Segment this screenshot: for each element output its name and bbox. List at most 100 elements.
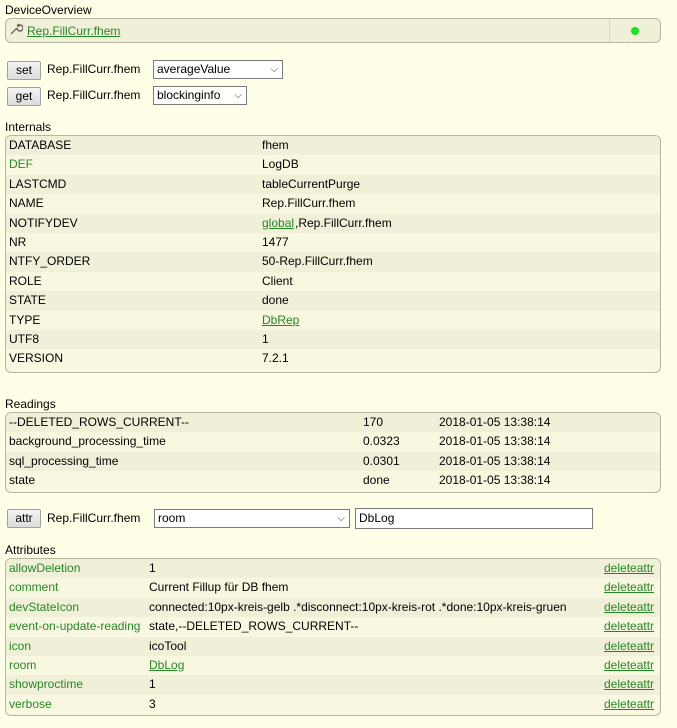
table-row: state done 2018-01-05 13:38:14 xyxy=(6,471,660,490)
reading-name: state xyxy=(9,473,36,488)
table-row: LASTCMD tableCurrentPurge xyxy=(6,174,660,195)
attribute-value: 1 xyxy=(149,677,156,692)
attribute-name: verbose xyxy=(9,696,52,711)
internal-name: STATE xyxy=(9,293,46,308)
chevron-down-icon: ⌵ xyxy=(234,90,242,101)
reading-value: done xyxy=(363,473,390,488)
attribute-name: allowDeletion xyxy=(9,561,81,575)
attribute-value: state,--DELETED_ROWS_CURRENT-- xyxy=(149,619,359,634)
delete-attr-link[interactable]: deleteattr xyxy=(604,580,654,594)
table-row: room DbLog deleteattr xyxy=(6,656,660,675)
attribute-value: connected:10px-kreis-gelb .*disconnect:1… xyxy=(149,599,567,614)
internal-name: NR xyxy=(9,234,27,249)
delete-attr-link[interactable]: deleteattr xyxy=(604,639,654,653)
attribute-value: Current Fillup für DB fhem xyxy=(149,580,289,595)
attribute-name: devStateIcon xyxy=(9,599,80,614)
table-row: NR 1477 xyxy=(6,233,660,252)
attr-device-label: Rep.FillCurr.fhem xyxy=(47,511,141,525)
device-overview-title: DeviceOverview xyxy=(5,3,92,17)
table-row: background_processing_time 0.0323 2018-01-… xyxy=(6,432,660,451)
delete-attr-link[interactable]: deleteattr xyxy=(604,619,654,633)
internals-title: Internals xyxy=(5,120,52,134)
attr-button[interactable]: attr xyxy=(7,509,41,528)
table-row: showproctime 1 deleteattr xyxy=(6,675,660,695)
internal-name: NOTIFYDEV xyxy=(9,215,78,230)
reading-time: 2018-01-05 13:38:14 xyxy=(439,434,551,449)
table-row: allowDeletion 1 deleteattr xyxy=(6,559,660,579)
table-row: event-on-update-reading state,--DELETED_R… xyxy=(6,617,660,636)
device-overview-panel: Rep.FillCurr.fhem xyxy=(5,18,661,43)
chevron-down-icon: ⌵ xyxy=(337,513,345,524)
table-row: comment Current Fillup für DB fhem deletea… xyxy=(6,578,660,597)
internal-name: NTFY_ORDER xyxy=(9,254,91,269)
get-device-label: Rep.FillCurr.fhem xyxy=(47,88,141,102)
table-row: verbose 3 deleteattr xyxy=(6,695,660,714)
delete-attr-link[interactable]: deleteattr xyxy=(604,658,654,672)
attr-select[interactable]: room ⌵ xyxy=(154,509,350,528)
readings-table: --DELETED_ROWS_CURRENT-- 170 2018-01-05 13… xyxy=(5,412,661,493)
internal-value-extra: ,Rep.FillCurr.fhem xyxy=(295,215,392,230)
internal-value: done xyxy=(262,293,289,308)
delete-attr-link[interactable]: deleteattr xyxy=(604,561,654,575)
internal-name: UTF8 xyxy=(9,331,39,346)
internals-table: DATABASE fhem DEF LogDB LASTCMD tableCurrentP… xyxy=(5,135,661,373)
internal-value[interactable]: DbRep xyxy=(262,313,299,327)
reading-value: 0.0301 xyxy=(363,453,400,468)
attributes-table: allowDeletion 1 deleteattr comment Current F… xyxy=(5,558,661,716)
attribute-name: event-on-update-reading xyxy=(9,619,141,634)
table-row: devStateIcon connected:10px-kreis-gelb .*… xyxy=(6,597,660,618)
attribute-value: 3 xyxy=(149,696,156,711)
status-dot-icon xyxy=(631,27,639,35)
attribute-name: showproctime xyxy=(9,677,84,692)
reading-name: sql_processing_time xyxy=(9,453,119,468)
reading-name: background_processing_time xyxy=(9,434,166,449)
get-button[interactable]: get xyxy=(7,87,41,106)
table-row: VERSION 7.2.1 xyxy=(6,349,660,368)
attribute-value[interactable]: DbLog xyxy=(149,658,184,672)
internal-value: 50-Rep.FillCurr.fhem xyxy=(262,254,373,269)
internal-value[interactable]: global xyxy=(262,216,294,230)
internal-value: Client xyxy=(262,273,293,288)
internal-value: Rep.FillCurr.fhem xyxy=(262,196,356,211)
attribute-value: icoTool xyxy=(149,638,187,653)
table-row: DATABASE fhem xyxy=(6,136,660,156)
internal-value: fhem xyxy=(262,138,289,152)
set-select[interactable]: averageValue ⌵ xyxy=(153,60,283,79)
table-row: NAME Rep.FillCurr.fhem xyxy=(6,194,660,213)
set-device-label: Rep.FillCurr.fhem xyxy=(47,62,141,76)
internal-name: VERSION xyxy=(9,351,64,366)
reading-value: 0.0323 xyxy=(363,434,400,449)
table-row: NTFY_ORDER 50-Rep.FillCurr.fhem xyxy=(6,252,660,272)
attribute-name: comment xyxy=(9,580,59,595)
internal-name: DATABASE xyxy=(9,138,72,152)
table-row: --DELETED_ROWS_CURRENT-- 170 2018-01-05 13… xyxy=(6,413,660,433)
reading-time: 2018-01-05 13:38:14 xyxy=(439,415,551,429)
delete-attr-link[interactable]: deleteattr xyxy=(604,600,654,614)
divider xyxy=(609,19,610,42)
table-row: TYPE DbRep xyxy=(6,311,660,330)
table-row: DEF LogDB xyxy=(6,155,660,174)
set-button[interactable]: set xyxy=(7,61,41,80)
chevron-down-icon: ⌵ xyxy=(270,64,278,75)
attributes-title: Attributes xyxy=(5,543,56,557)
table-row: STATE done xyxy=(6,291,660,311)
table-row: NOTIFYDEV global ,Rep.FillCurr.fhem xyxy=(6,213,660,233)
delete-attr-link[interactable]: deleteattr xyxy=(604,677,654,691)
attr-value-input[interactable]: DbLog xyxy=(355,508,593,529)
get-select[interactable]: blockinginfo ⌵ xyxy=(153,86,247,105)
internal-value: tableCurrentPurge xyxy=(262,176,361,191)
internal-name: TYPE xyxy=(9,312,41,327)
internal-name: ROLE xyxy=(9,273,42,288)
table-row: UTF8 1 xyxy=(6,329,660,350)
reading-time: 2018-01-05 13:38:14 xyxy=(439,473,551,488)
wrench-icon[interactable] xyxy=(9,22,24,39)
internal-value: 7.2.1 xyxy=(262,351,289,366)
internal-value: 1 xyxy=(262,331,269,346)
device-name-link[interactable]: Rep.FillCurr.fhem xyxy=(27,24,120,38)
delete-attr-link[interactable]: deleteattr xyxy=(604,697,654,711)
internal-value: 1477 xyxy=(262,234,289,249)
attribute-name: icon xyxy=(9,638,32,653)
reading-time: 2018-01-05 13:38:14 xyxy=(439,453,551,468)
table-row: sql_processing_time 0.0301 2018-01-05 13:3… xyxy=(6,451,660,472)
internal-name: LASTCMD xyxy=(9,176,67,191)
